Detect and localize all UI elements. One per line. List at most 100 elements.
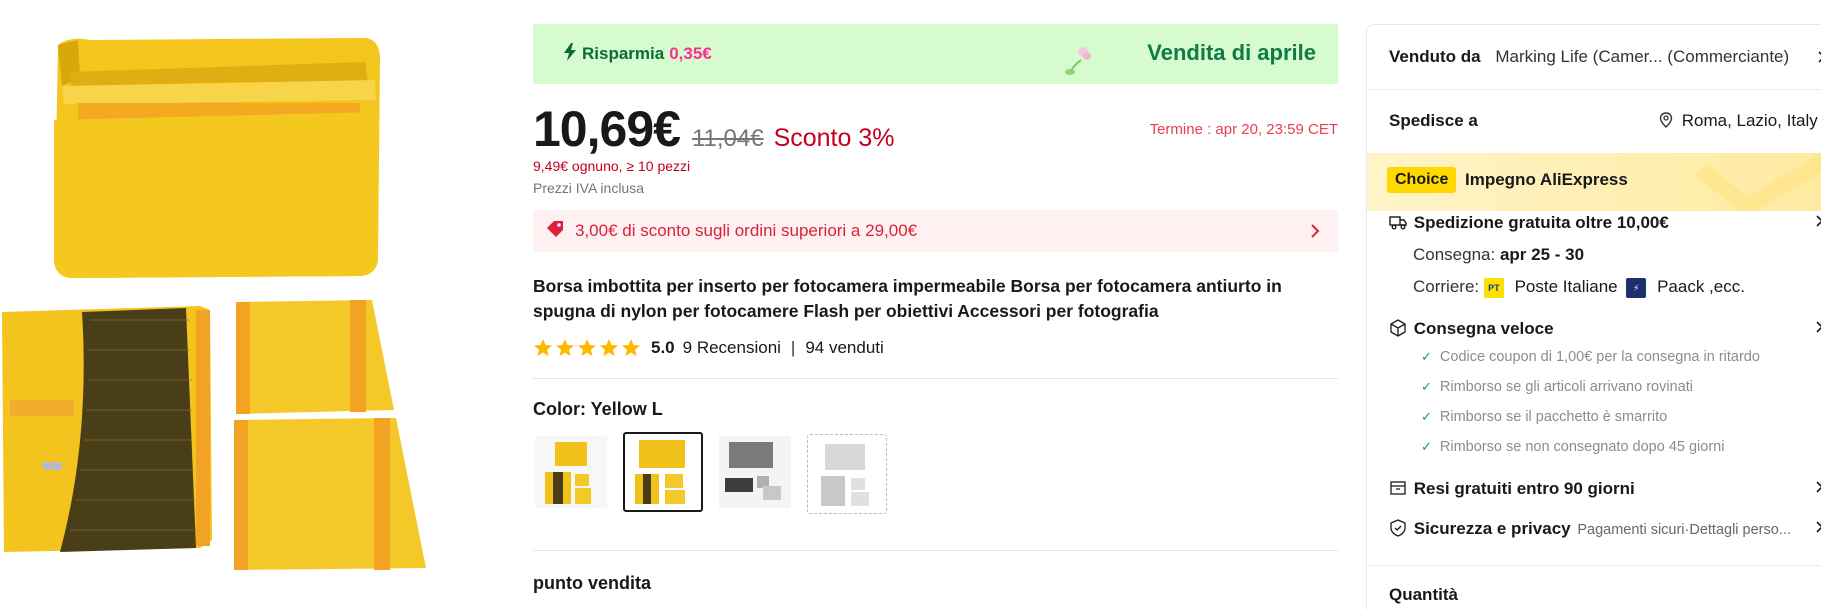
divider: [533, 378, 1338, 379]
original-price: 11,04€: [691, 125, 764, 152]
star-rating: [533, 338, 641, 358]
swatch-yellow-s[interactable]: [533, 434, 609, 510]
divider: [533, 550, 1338, 551]
fast-delivery-bullet: ✓ Rimborso se gli articoli arrivano rovin…: [1421, 379, 1693, 395]
bulk-price: 9,49€ ognuno, ≥ 10 pezzi: [533, 158, 691, 174]
swatch-image: [535, 436, 607, 508]
security-title: Sicurezza e privacy: [1413, 519, 1571, 538]
paack-logo: ⚡: [1626, 277, 1647, 298]
seller-name[interactable]: Marking Life (Camer... (Commerciante): [1495, 47, 1789, 66]
coupon-tag-icon: [545, 219, 565, 244]
shipping-title: Spedizione gratuita oltre 10,00€: [1413, 213, 1669, 232]
ship-to-location-text: Roma, Lazio, Italy: [1681, 111, 1818, 130]
color-value: Yellow L: [590, 399, 663, 419]
check-icon: ✓: [1421, 379, 1432, 394]
fast-delivery-title: Consegna veloce: [1413, 319, 1554, 338]
bullet-text: Codice coupon di 1,00€ per la consegna i…: [1439, 349, 1760, 365]
security-detail: Pagamenti sicuri·Dettagli perso...: [1577, 522, 1791, 538]
fast-delivery-bullet: ✓ Rimborso se il pacchetto è smarrito: [1421, 409, 1667, 425]
choice-text: Impegno AliExpress: [1465, 170, 1628, 189]
return-box-icon: [1389, 479, 1412, 498]
swatch-light-gray[interactable]: [807, 434, 887, 514]
seller-label: Venduto da: [1389, 47, 1481, 66]
quantity-label: Quantità: [1389, 585, 1458, 604]
product-info: Risparmia 0,35€ Vendita di aprile 10,69€…: [533, 24, 1338, 594]
poste-italiane-logo: PT: [1483, 277, 1504, 298]
choice-badge: Choice: [1387, 167, 1457, 193]
rating-score: 5.0: [651, 338, 675, 357]
swatch-image: [811, 438, 883, 510]
divider: [1367, 89, 1821, 90]
check-icon: ✓: [1421, 439, 1432, 454]
star-icon: [600, 339, 618, 356]
color-label-text: Color:: [533, 399, 591, 419]
coupon-banner[interactable]: 3,00€ di sconto sugli ordini superiori a…: [533, 210, 1338, 252]
savings-label: Risparmia 0,35€: [563, 42, 712, 66]
delivery-date: apr 25 - 30: [1499, 245, 1585, 264]
fast-delivery-row[interactable]: Consegna veloce: [1389, 319, 1821, 339]
product-title: Borsa imbottita per inserto per fotocame…: [533, 276, 1282, 321]
check-icon: ✓: [1421, 349, 1432, 364]
divider: [1367, 565, 1821, 566]
separator: |: [790, 338, 796, 357]
sale-title: Vendita di aprile: [1147, 40, 1316, 65]
store-section-title: punto vendita: [533, 573, 651, 593]
carrier-row: Corriere: PT Poste Italiane ⚡ Paack ,ecc…: [1413, 277, 1821, 298]
swatch-image: [627, 436, 699, 508]
ship-to-row[interactable]: Spedisce a Roma, Lazio, Italy: [1389, 111, 1821, 131]
returns-title: Resi gratuiti entro 90 giorni: [1413, 479, 1635, 498]
chevron-right-icon: [1815, 479, 1821, 499]
shield-icon: [1389, 519, 1412, 538]
returns-row[interactable]: Resi gratuiti entro 90 giorni: [1389, 479, 1821, 499]
ship-to-label: Spedisce a: [1389, 111, 1478, 130]
check-icon: ✓: [1421, 409, 1432, 424]
reviews-link[interactable]: 9 Recensioni: [683, 338, 781, 358]
fast-delivery-bullet: ✓ Rimborso se non consegnato dopo 45 gior…: [1421, 439, 1724, 455]
ship-to-location[interactable]: Roma, Lazio, Italy: [1659, 111, 1818, 131]
chevron-right-icon: [1817, 49, 1821, 69]
flower-decoration-icon: [1063, 44, 1093, 83]
box-icon: [1389, 319, 1412, 338]
purchase-panel: Venduto da Marking Life (Camer... (Comme…: [1366, 24, 1821, 610]
swatch-image: [719, 436, 791, 508]
coupon-text: 3,00€ di sconto sugli ordini superiori a…: [575, 221, 918, 240]
sale-deadline: Termine : apr 20, 23:59 CET: [1149, 121, 1338, 138]
swatch-gray[interactable]: [717, 434, 793, 510]
bullet-text: Rimborso se non consegnato dopo 45 giorn…: [1439, 439, 1725, 455]
carrier-label: Corriere:: [1413, 277, 1484, 296]
carrier-2: Paack ,ecc.: [1657, 277, 1745, 296]
product-main-image[interactable]: [0, 0, 510, 610]
quantity-row: Quantità: [1389, 585, 1821, 605]
chevron-right-icon: [1815, 319, 1821, 339]
price-row: 10,69€ 11,04€ Sconto 3% Termine : apr 20…: [533, 100, 1338, 157]
sale-banner: Risparmia 0,35€ Vendita di aprile: [533, 24, 1338, 84]
shipping-row[interactable]: Spedizione gratuita oltre 10,00€: [1389, 213, 1821, 233]
lightning-icon: [563, 42, 577, 66]
vat-note: Prezzi IVA inclusa: [533, 180, 645, 196]
carrier-1: Poste Italiane: [1514, 277, 1618, 296]
savings-text: Risparmia: [582, 44, 665, 63]
bullet-text: Rimborso se gli articoli arrivano rovina…: [1439, 379, 1693, 395]
delivery-label: Consegna:: [1413, 245, 1500, 264]
rating-row: 5.0 9 Recensioni | 94 venduti: [533, 338, 1338, 358]
sold-count: 94 venduti: [805, 338, 884, 357]
truck-icon: [1389, 213, 1412, 232]
fast-delivery-bullet: ✓ Codice coupon di 1,00€ per la consegna …: [1421, 349, 1760, 365]
chevron-right-icon: [1310, 223, 1320, 244]
seller-row[interactable]: Venduto da Marking Life (Camer... (Comme…: [1389, 47, 1821, 67]
discount-label: Sconto 3%: [773, 124, 895, 152]
choice-banner: Choice Impegno AliExpress: [1367, 153, 1821, 211]
star-icon: [534, 339, 552, 356]
star-icon: [578, 339, 596, 356]
checkmark-decoration-icon: [1695, 153, 1821, 211]
chevron-right-icon: [1815, 519, 1821, 539]
color-label: Color: Yellow L: [533, 399, 1338, 420]
current-price: 10,69€: [533, 101, 681, 157]
star-icon: [556, 339, 574, 356]
star-icon: [622, 339, 640, 356]
color-swatches: [533, 432, 1338, 514]
product-photo: [2, 37, 426, 570]
chevron-right-icon: [1815, 213, 1821, 233]
swatch-yellow-l[interactable]: [623, 432, 703, 512]
security-row[interactable]: Sicurezza e privacy Pagamenti sicuri·Det…: [1389, 519, 1821, 539]
